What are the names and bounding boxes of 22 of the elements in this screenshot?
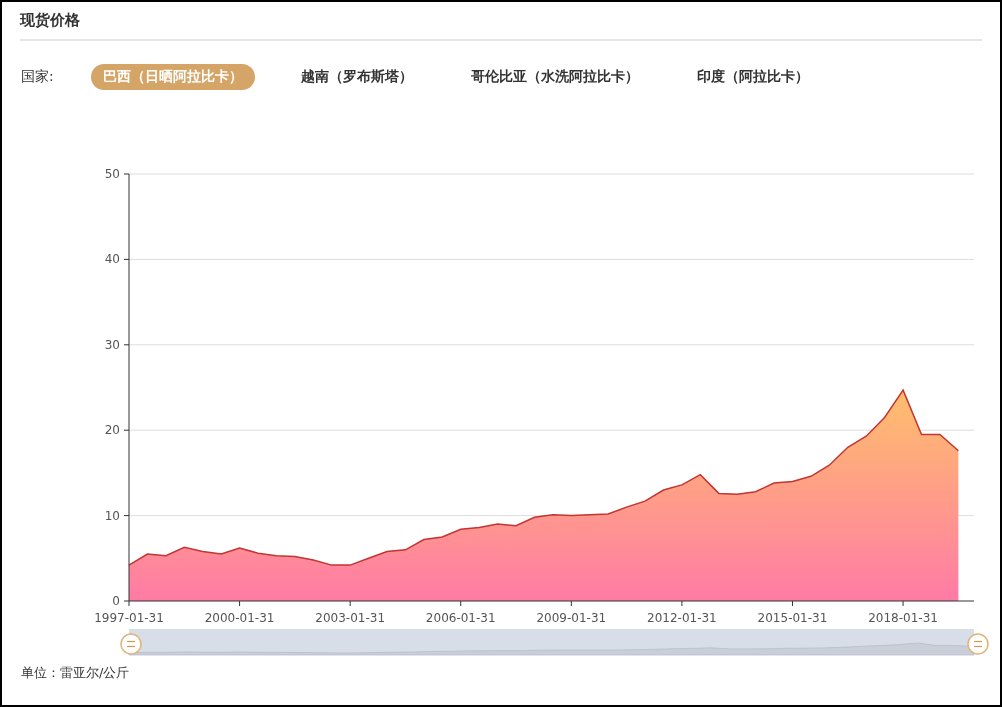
y-tick-label: 50 bbox=[104, 167, 120, 181]
y-tick-label: 10 bbox=[104, 508, 120, 523]
x-tick-label: 2003-01-31 bbox=[315, 611, 386, 625]
y-tick-label: 0 bbox=[112, 594, 120, 608]
y-tick-label: 20 bbox=[104, 423, 120, 438]
unit-note: 单位：雷亚尔/公斤 bbox=[21, 664, 131, 682]
y-tick-label: 40 bbox=[104, 252, 120, 267]
country-tab[interactable]: 印度（阿拉比卡） bbox=[685, 64, 821, 90]
country-tab[interactable]: 哥伦比亚（水洗阿拉比卡） bbox=[459, 64, 651, 90]
x-tick-label: 1997-01-31 bbox=[94, 611, 164, 625]
y-tick-label: 30 bbox=[104, 337, 120, 352]
x-tick-label: 2000-01-31 bbox=[204, 611, 275, 625]
x-tick-label: 2012-01-31 bbox=[647, 611, 717, 625]
panel-title: 现货价格 bbox=[20, 10, 81, 30]
x-tick-label: 2009-01-31 bbox=[536, 611, 607, 625]
x-tick-label: 2018-01-31 bbox=[868, 611, 938, 625]
slider-handle[interactable] bbox=[967, 633, 989, 655]
filter-label: 国家: bbox=[21, 68, 55, 86]
x-tick-label: 2006-01-31 bbox=[425, 611, 496, 625]
country-tab[interactable]: 越南（罗布斯塔） bbox=[289, 64, 425, 90]
slider-handle[interactable] bbox=[120, 633, 142, 655]
x-tick-label: 2015-01-31 bbox=[757, 611, 828, 625]
